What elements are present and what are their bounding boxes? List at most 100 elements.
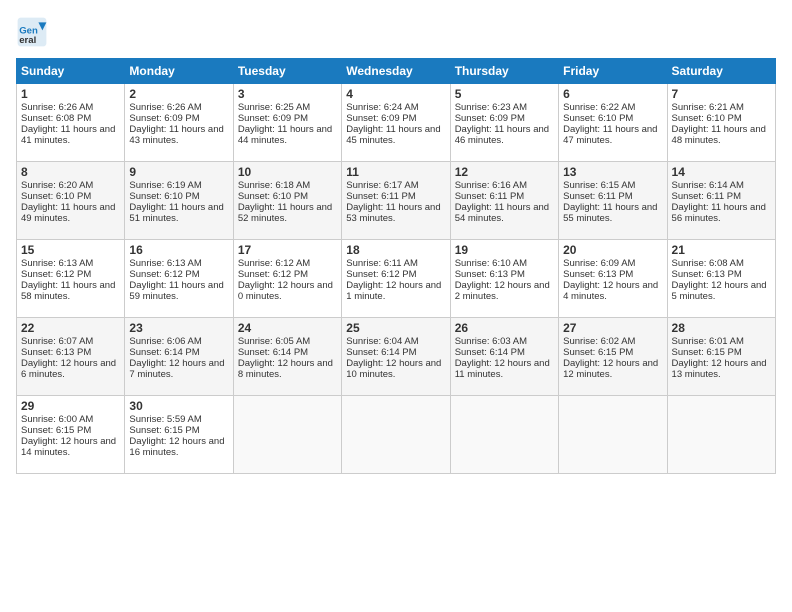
sunset-label: Sunset: 6:11 PM: [672, 191, 742, 202]
sunset-label: Sunset: 6:13 PM: [563, 269, 633, 280]
day-number: 5: [455, 87, 554, 101]
sunrise-label: Sunrise: 6:13 AM: [129, 258, 201, 269]
days-header-row: SundayMondayTuesdayWednesdayThursdayFrid…: [17, 59, 776, 84]
sunrise-label: Sunrise: 6:14 AM: [672, 180, 744, 191]
sunset-label: Sunset: 6:12 PM: [129, 269, 199, 280]
sunrise-label: Sunrise: 6:21 AM: [672, 102, 744, 113]
daylight-label: Daylight: 11 hours and 45 minutes.: [346, 124, 440, 146]
sunrise-label: Sunrise: 6:24 AM: [346, 102, 418, 113]
week-row-1: 1Sunrise: 6:26 AMSunset: 6:08 PMDaylight…: [17, 84, 776, 162]
day-number: 14: [672, 165, 771, 179]
calendar-cell: 13Sunrise: 6:15 AMSunset: 6:11 PMDayligh…: [559, 162, 667, 240]
day-header-tuesday: Tuesday: [233, 59, 341, 84]
daylight-label: Daylight: 11 hours and 49 minutes.: [21, 202, 115, 224]
calendar-cell: 29Sunrise: 6:00 AMSunset: 6:15 PMDayligh…: [17, 396, 125, 474]
day-number: 20: [563, 243, 662, 257]
daylight-label: Daylight: 11 hours and 55 minutes.: [563, 202, 657, 224]
sunrise-label: Sunrise: 6:23 AM: [455, 102, 527, 113]
week-row-5: 29Sunrise: 6:00 AMSunset: 6:15 PMDayligh…: [17, 396, 776, 474]
calendar-cell: [342, 396, 450, 474]
calendar-cell: 3Sunrise: 6:25 AMSunset: 6:09 PMDaylight…: [233, 84, 341, 162]
calendar-cell: 9Sunrise: 6:19 AMSunset: 6:10 PMDaylight…: [125, 162, 233, 240]
daylight-label: Daylight: 11 hours and 53 minutes.: [346, 202, 440, 224]
day-number: 13: [563, 165, 662, 179]
daylight-label: Daylight: 11 hours and 54 minutes.: [455, 202, 549, 224]
calendar-cell: 15Sunrise: 6:13 AMSunset: 6:12 PMDayligh…: [17, 240, 125, 318]
day-number: 8: [21, 165, 120, 179]
sunset-label: Sunset: 6:10 PM: [238, 191, 308, 202]
day-header-sunday: Sunday: [17, 59, 125, 84]
sunrise-label: Sunrise: 6:18 AM: [238, 180, 310, 191]
calendar-cell: 12Sunrise: 6:16 AMSunset: 6:11 PMDayligh…: [450, 162, 558, 240]
sunset-label: Sunset: 6:11 PM: [455, 191, 525, 202]
calendar-cell: 4Sunrise: 6:24 AMSunset: 6:09 PMDaylight…: [342, 84, 450, 162]
sunrise-label: Sunrise: 6:26 AM: [21, 102, 93, 113]
day-number: 17: [238, 243, 337, 257]
daylight-label: Daylight: 12 hours and 2 minutes.: [455, 280, 550, 302]
calendar-cell: 20Sunrise: 6:09 AMSunset: 6:13 PMDayligh…: [559, 240, 667, 318]
sunset-label: Sunset: 6:10 PM: [21, 191, 91, 202]
day-number: 22: [21, 321, 120, 335]
sunrise-label: Sunrise: 6:01 AM: [672, 336, 744, 347]
day-number: 30: [129, 399, 228, 413]
sunset-label: Sunset: 6:13 PM: [455, 269, 525, 280]
calendar-cell: [233, 396, 341, 474]
sunset-label: Sunset: 6:14 PM: [346, 347, 416, 358]
sunset-label: Sunset: 6:12 PM: [21, 269, 91, 280]
calendar-cell: [667, 396, 775, 474]
sunset-label: Sunset: 6:14 PM: [129, 347, 199, 358]
calendar-cell: 10Sunrise: 6:18 AMSunset: 6:10 PMDayligh…: [233, 162, 341, 240]
day-number: 15: [21, 243, 120, 257]
sunset-label: Sunset: 6:15 PM: [563, 347, 633, 358]
svg-text:eral: eral: [19, 35, 36, 46]
daylight-label: Daylight: 12 hours and 5 minutes.: [672, 280, 767, 302]
day-number: 26: [455, 321, 554, 335]
calendar-cell: 23Sunrise: 6:06 AMSunset: 6:14 PMDayligh…: [125, 318, 233, 396]
calendar-cell: [450, 396, 558, 474]
sunset-label: Sunset: 6:09 PM: [129, 113, 199, 124]
sunrise-label: Sunrise: 5:59 AM: [129, 414, 201, 425]
day-number: 24: [238, 321, 337, 335]
sunrise-label: Sunrise: 6:22 AM: [563, 102, 635, 113]
sunset-label: Sunset: 6:10 PM: [129, 191, 199, 202]
daylight-label: Daylight: 11 hours and 48 minutes.: [672, 124, 766, 146]
day-number: 7: [672, 87, 771, 101]
day-number: 4: [346, 87, 445, 101]
calendar-cell: 28Sunrise: 6:01 AMSunset: 6:15 PMDayligh…: [667, 318, 775, 396]
day-number: 3: [238, 87, 337, 101]
day-header-monday: Monday: [125, 59, 233, 84]
sunrise-label: Sunrise: 6:00 AM: [21, 414, 93, 425]
daylight-label: Daylight: 12 hours and 14 minutes.: [21, 436, 116, 458]
daylight-label: Daylight: 12 hours and 6 minutes.: [21, 358, 116, 380]
week-row-4: 22Sunrise: 6:07 AMSunset: 6:13 PMDayligh…: [17, 318, 776, 396]
sunset-label: Sunset: 6:14 PM: [238, 347, 308, 358]
daylight-label: Daylight: 12 hours and 11 minutes.: [455, 358, 550, 380]
sunrise-label: Sunrise: 6:17 AM: [346, 180, 418, 191]
calendar-cell: 27Sunrise: 6:02 AMSunset: 6:15 PMDayligh…: [559, 318, 667, 396]
sunset-label: Sunset: 6:15 PM: [129, 425, 199, 436]
daylight-label: Daylight: 12 hours and 13 minutes.: [672, 358, 767, 380]
calendar-cell: 14Sunrise: 6:14 AMSunset: 6:11 PMDayligh…: [667, 162, 775, 240]
calendar-cell: 24Sunrise: 6:05 AMSunset: 6:14 PMDayligh…: [233, 318, 341, 396]
sunset-label: Sunset: 6:11 PM: [346, 191, 416, 202]
sunset-label: Sunset: 6:15 PM: [21, 425, 91, 436]
header: Gen eral: [16, 16, 776, 48]
daylight-label: Daylight: 12 hours and 0 minutes.: [238, 280, 333, 302]
day-number: 25: [346, 321, 445, 335]
page: Gen eral SundayMondayTuesdayWednesdayThu…: [0, 0, 792, 612]
sunrise-label: Sunrise: 6:10 AM: [455, 258, 527, 269]
logo-icon: Gen eral: [16, 16, 48, 48]
calendar-cell: 22Sunrise: 6:07 AMSunset: 6:13 PMDayligh…: [17, 318, 125, 396]
day-number: 1: [21, 87, 120, 101]
daylight-label: Daylight: 11 hours and 58 minutes.: [21, 280, 115, 302]
calendar-cell: [559, 396, 667, 474]
calendar-cell: 30Sunrise: 5:59 AMSunset: 6:15 PMDayligh…: [125, 396, 233, 474]
calendar-cell: 1Sunrise: 6:26 AMSunset: 6:08 PMDaylight…: [17, 84, 125, 162]
sunrise-label: Sunrise: 6:15 AM: [563, 180, 635, 191]
sunrise-label: Sunrise: 6:05 AM: [238, 336, 310, 347]
calendar-cell: 18Sunrise: 6:11 AMSunset: 6:12 PMDayligh…: [342, 240, 450, 318]
calendar-cell: 26Sunrise: 6:03 AMSunset: 6:14 PMDayligh…: [450, 318, 558, 396]
calendar-cell: 5Sunrise: 6:23 AMSunset: 6:09 PMDaylight…: [450, 84, 558, 162]
sunrise-label: Sunrise: 6:26 AM: [129, 102, 201, 113]
sunrise-label: Sunrise: 6:11 AM: [346, 258, 418, 269]
